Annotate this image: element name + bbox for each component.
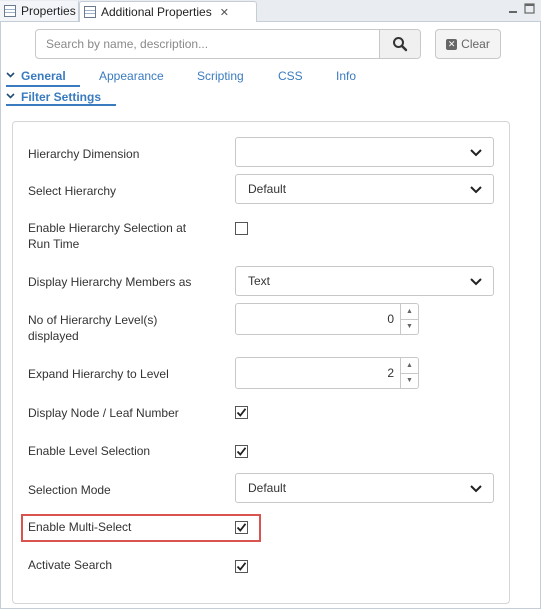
activate-search-label: Activate Search bbox=[28, 558, 113, 572]
levels-displayed-label-line2: displayed bbox=[28, 329, 79, 343]
selection-mode-label: Selection Mode bbox=[28, 483, 111, 497]
tab-properties[interactable]: Properties bbox=[0, 1, 79, 21]
enable-level-selection-checkbox[interactable] bbox=[235, 445, 248, 458]
hierarchy-dimension-label: Hierarchy Dimension bbox=[28, 147, 140, 161]
checkmark-icon bbox=[236, 447, 247, 456]
clear-icon: ✕ bbox=[446, 38, 458, 50]
properties-icon bbox=[4, 5, 16, 17]
select-hierarchy-label: Select Hierarchy bbox=[28, 184, 117, 198]
chevron-down-icon bbox=[470, 276, 482, 290]
decrement-icon[interactable]: ▼ bbox=[401, 372, 418, 389]
enable-multi-select-label: Enable Multi-Select bbox=[28, 520, 132, 534]
selection-mode-value: Default bbox=[248, 481, 287, 495]
enable-hierarchy-selection-checkbox[interactable] bbox=[235, 222, 248, 235]
search-button[interactable] bbox=[379, 30, 420, 58]
increment-icon[interactable]: ▲ bbox=[401, 304, 418, 319]
minimize-icon[interactable] bbox=[508, 3, 518, 17]
checkmark-icon bbox=[236, 523, 247, 532]
levels-displayed-label: No of Hierarchy Level(s) displayed bbox=[28, 312, 157, 344]
clear-label: Clear bbox=[461, 37, 490, 51]
checkmark-icon bbox=[236, 562, 247, 571]
expand-to-level-label: Expand Hierarchy to Level bbox=[28, 367, 169, 381]
search-icon bbox=[393, 37, 408, 52]
search-box bbox=[35, 29, 421, 59]
maximize-icon[interactable] bbox=[524, 3, 535, 17]
chevron-down-icon bbox=[6, 91, 15, 102]
nav-general[interactable]: General bbox=[21, 69, 66, 85]
nav-css[interactable]: CSS bbox=[278, 69, 303, 85]
expand-to-level-spin-buttons: ▲ ▼ bbox=[400, 358, 418, 388]
enable-multi-select-checkbox[interactable] bbox=[235, 521, 248, 534]
expand-to-level-value[interactable]: 2 bbox=[236, 358, 400, 388]
display-members-as-select[interactable]: Text bbox=[235, 266, 494, 296]
section-underline bbox=[6, 104, 116, 106]
activate-search-checkbox[interactable] bbox=[235, 560, 248, 573]
nav-scripting[interactable]: Scripting bbox=[197, 69, 244, 85]
display-members-as-value: Text bbox=[248, 274, 271, 288]
display-members-as-label: Display Hierarchy Members as bbox=[28, 275, 192, 289]
properties-icon bbox=[84, 6, 96, 18]
nav-general-underline bbox=[6, 85, 80, 87]
display-node-leaf-label: Display Node / Leaf Number bbox=[28, 406, 179, 420]
enable-level-selection-label: Enable Level Selection bbox=[28, 444, 151, 458]
nav-info[interactable]: Info bbox=[336, 69, 356, 85]
search-input[interactable] bbox=[36, 30, 379, 58]
increment-icon[interactable]: ▲ bbox=[401, 358, 418, 373]
enable-hierarchy-selection-label-line1: Enable Hierarchy Selection at bbox=[28, 221, 187, 235]
close-icon[interactable]: ✕ bbox=[220, 6, 229, 19]
tab-additional-properties-label: Additional Properties bbox=[101, 5, 212, 19]
nav-appearance[interactable]: Appearance bbox=[99, 69, 164, 85]
expand-to-level-stepper[interactable]: 2 ▲ ▼ bbox=[235, 357, 419, 389]
levels-displayed-value[interactable]: 0 bbox=[236, 304, 400, 334]
chevron-down-icon bbox=[6, 70, 15, 81]
decrement-icon[interactable]: ▼ bbox=[401, 318, 418, 335]
clear-button[interactable]: ✕ Clear bbox=[435, 29, 501, 59]
tab-properties-label: Properties bbox=[21, 4, 76, 18]
hierarchy-dimension-select[interactable] bbox=[235, 137, 494, 167]
select-hierarchy-value: Default bbox=[248, 182, 287, 196]
levels-displayed-label-line1: No of Hierarchy Level(s) bbox=[28, 313, 158, 327]
display-node-leaf-checkbox[interactable] bbox=[235, 406, 248, 419]
enable-hierarchy-selection-label-line2: Run Time bbox=[28, 237, 80, 251]
levels-displayed-stepper[interactable]: 0 ▲ ▼ bbox=[235, 303, 419, 335]
chevron-down-icon bbox=[470, 184, 482, 198]
select-hierarchy-select[interactable]: Default bbox=[235, 174, 494, 204]
checkmark-icon bbox=[236, 408, 247, 417]
tab-additional-properties[interactable]: Additional Properties ✕ bbox=[79, 1, 257, 22]
selection-mode-select[interactable]: Default bbox=[235, 473, 494, 503]
levels-displayed-spin-buttons: ▲ ▼ bbox=[400, 304, 418, 334]
enable-hierarchy-selection-label: Enable Hierarchy Selection at Run Time bbox=[28, 220, 186, 252]
chevron-down-icon bbox=[470, 147, 482, 161]
tab-bar: Properties Additional Properties ✕ bbox=[0, 0, 541, 22]
chevron-down-icon bbox=[470, 483, 482, 497]
